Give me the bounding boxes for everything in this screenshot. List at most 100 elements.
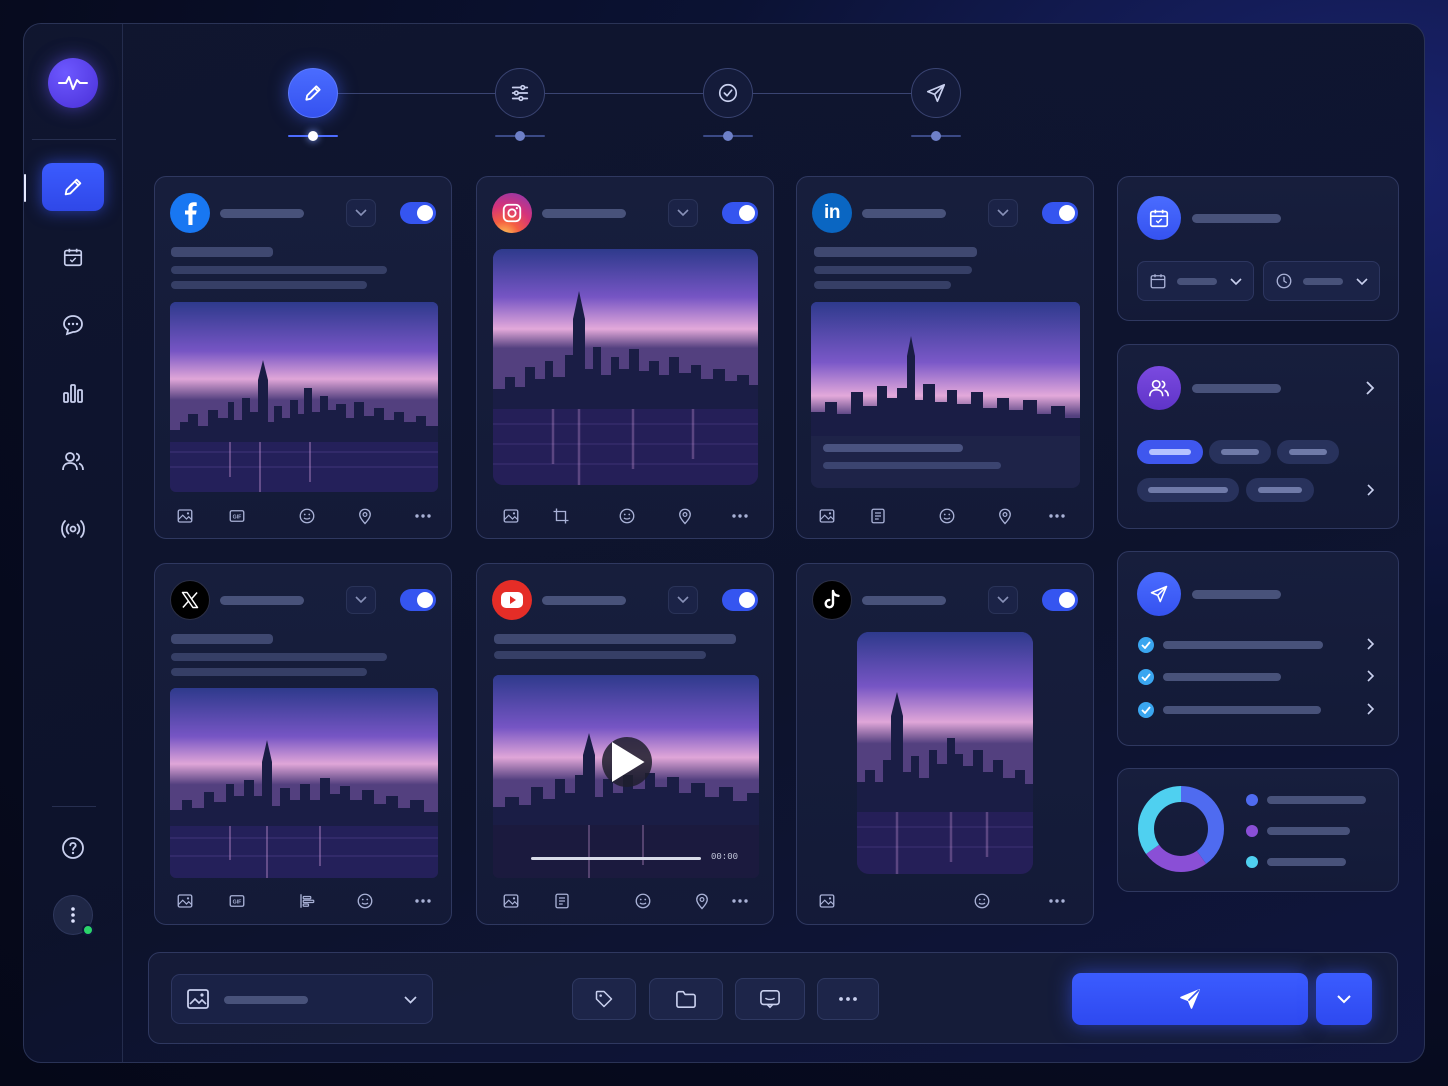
tag-button[interactable] — [572, 978, 636, 1020]
add-emoji-button[interactable] — [970, 889, 994, 913]
add-document-button[interactable] — [550, 889, 574, 913]
platform-toggle[interactable] — [722, 589, 758, 611]
comment-button[interactable] — [735, 978, 805, 1020]
tag-icon — [595, 990, 613, 1008]
pulse-icon — [58, 76, 88, 90]
add-poll-button[interactable] — [295, 889, 319, 913]
sidebar-item-broadcast[interactable] — [42, 505, 104, 553]
active-indicator — [24, 174, 26, 202]
folder-button[interactable] — [649, 978, 723, 1020]
link-preview-card[interactable] — [811, 302, 1080, 488]
sidebar-item-audience[interactable] — [42, 437, 104, 485]
step-indicator-dot — [723, 131, 733, 141]
platform-toggle[interactable] — [400, 202, 436, 224]
platform-toggle[interactable] — [1042, 202, 1078, 224]
play-overlay-button[interactable] — [602, 737, 652, 787]
more-options-button[interactable] — [1045, 504, 1069, 528]
more-actions-button[interactable] — [817, 978, 879, 1020]
add-emoji-button[interactable] — [631, 889, 655, 913]
emoji-icon — [635, 893, 651, 909]
add-image-button[interactable] — [815, 504, 839, 528]
sidebar-item-calendar[interactable] — [42, 233, 104, 281]
app-logo[interactable] — [48, 58, 98, 108]
account-dropdown[interactable] — [346, 586, 376, 614]
audience-tag[interactable] — [1137, 478, 1239, 502]
step-publish[interactable] — [911, 68, 961, 118]
time-picker[interactable] — [1263, 261, 1380, 301]
more-options-button[interactable] — [411, 889, 435, 913]
audience-tag[interactable] — [1209, 440, 1271, 464]
platform-toggle[interactable] — [1042, 589, 1078, 611]
location-icon — [359, 508, 371, 525]
add-image-button[interactable] — [499, 889, 523, 913]
more-options-button[interactable] — [411, 504, 435, 528]
more-options-button[interactable] — [728, 889, 752, 913]
add-gif-button[interactable]: GIF — [225, 504, 249, 528]
add-emoji-button[interactable] — [353, 889, 377, 913]
audience-tag[interactable] — [1246, 478, 1314, 502]
publish-options-button[interactable] — [1316, 973, 1372, 1025]
post-image[interactable] — [170, 688, 438, 878]
send-icon — [1180, 989, 1200, 1009]
add-image-button[interactable] — [173, 504, 197, 528]
tiktok-icon — [812, 580, 852, 620]
step-review[interactable] — [703, 68, 753, 118]
chevron-right-icon[interactable] — [1366, 381, 1375, 395]
step-settings[interactable] — [495, 68, 545, 118]
more-options-button[interactable] — [728, 504, 752, 528]
date-placeholder — [1177, 278, 1217, 285]
platform-toggle[interactable] — [722, 202, 758, 224]
add-image-button[interactable] — [815, 889, 839, 913]
chevron-right-icon[interactable] — [1367, 638, 1375, 650]
account-dropdown[interactable] — [668, 586, 698, 614]
help-icon — [62, 837, 84, 859]
sidebar-item-compose[interactable] — [42, 163, 104, 211]
legend-dot — [1246, 856, 1258, 868]
more-options-button[interactable] — [1045, 889, 1069, 913]
account-dropdown[interactable] — [988, 199, 1018, 227]
step-connector — [337, 93, 496, 94]
sidebar-divider-bottom — [52, 806, 96, 807]
platform-toggle[interactable] — [400, 589, 436, 611]
add-emoji-button[interactable] — [295, 504, 319, 528]
publish-button[interactable] — [1072, 973, 1308, 1025]
audience-tag[interactable] — [1277, 440, 1339, 464]
crop-button[interactable] — [549, 504, 573, 528]
add-location-button[interactable] — [673, 504, 697, 528]
post-image[interactable] — [170, 302, 438, 492]
account-dropdown[interactable] — [988, 586, 1018, 614]
post-image[interactable] — [857, 632, 1033, 874]
add-gif-button[interactable]: GIF — [225, 889, 249, 913]
sidebar-item-analytics[interactable] — [42, 369, 104, 417]
account-name-placeholder — [542, 596, 626, 605]
add-image-button[interactable] — [173, 889, 197, 913]
post-card-linkedin: in — [796, 176, 1094, 539]
video-player[interactable]: 00:00 — [493, 675, 759, 878]
media-library-select[interactable] — [171, 974, 433, 1024]
audience-tag[interactable] — [1137, 440, 1203, 464]
sidebar-item-messages[interactable] — [42, 301, 104, 349]
chevron-right-icon[interactable] — [1367, 670, 1375, 682]
account-dropdown[interactable] — [346, 199, 376, 227]
post-image[interactable] — [493, 249, 758, 485]
step-compose[interactable] — [288, 68, 338, 118]
help-button[interactable] — [42, 824, 104, 872]
emoji-icon — [974, 893, 990, 909]
add-image-button[interactable] — [499, 504, 523, 528]
add-location-button[interactable] — [690, 889, 714, 913]
account-name-placeholder — [542, 209, 626, 218]
add-emoji-button[interactable] — [935, 504, 959, 528]
account-dropdown[interactable] — [668, 199, 698, 227]
add-emoji-button[interactable] — [615, 504, 639, 528]
legend-label — [1267, 796, 1366, 804]
chevron-right-icon[interactable] — [1367, 484, 1375, 496]
add-document-button[interactable] — [866, 504, 890, 528]
video-progress-bar[interactable] — [531, 857, 701, 860]
add-location-button[interactable] — [353, 504, 377, 528]
x-logo-icon — [170, 580, 210, 620]
chevron-right-icon[interactable] — [1367, 703, 1375, 715]
legend-label — [1267, 827, 1350, 835]
add-location-button[interactable] — [993, 504, 1017, 528]
date-picker[interactable] — [1137, 261, 1254, 301]
user-menu-button[interactable] — [53, 895, 94, 936]
